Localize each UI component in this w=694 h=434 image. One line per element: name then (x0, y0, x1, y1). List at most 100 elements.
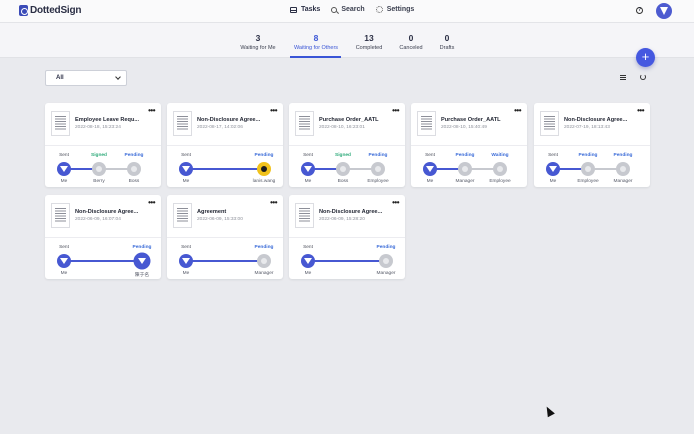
document-date: 2022-06-09, 16:07:04 (75, 217, 121, 222)
list-view-icon[interactable] (620, 75, 626, 80)
more-options-icon[interactable]: ••• (148, 199, 155, 207)
signer-status: Signed (335, 153, 351, 158)
tab-waiting-for-others[interactable]: 8 Waiting for Others (286, 33, 346, 51)
task-card[interactable]: Non-Disclosure Agree... 2022-07-19, 18:13… (534, 103, 650, 187)
signer-progress: Sent Me Pending 陳于名 (45, 241, 161, 278)
task-card[interactable]: Purchase Order_AATL 2022-08-10, 15:40:49 •… (411, 103, 527, 187)
document-thumbnail (295, 203, 314, 228)
signer-name: Employee (577, 179, 599, 184)
nav-search[interactable]: Search (331, 6, 365, 13)
signer-progress: Sent Me Pending Manager Waiting Employee (411, 149, 527, 185)
card-header: Non-Disclosure Agree... 2022-08-17, 14:02… (167, 103, 283, 145)
tab-drafts[interactable]: 0 Drafts (417, 33, 477, 51)
signer-status: Pending (368, 153, 388, 158)
signer-status: Signed (91, 153, 107, 158)
signer-status: Pending (254, 245, 274, 250)
task-card[interactable]: Agreement 2022-06-09, 15:33:00 ••• Sent Me Pe… (167, 195, 283, 279)
task-card[interactable]: Non-Disclosure Agree... 2022-08-17, 14:02… (167, 103, 283, 187)
help-icon[interactable]: ? (636, 7, 643, 14)
status-tabs: 3 Waiting for Me 8 Waiting for Others 13… (0, 23, 694, 58)
nav-tasks[interactable]: Tasks (290, 6, 320, 13)
divider (167, 237, 283, 238)
signer-progress: Sent Me Pending lanis.wang (167, 149, 283, 185)
user-avatar[interactable] (656, 3, 672, 19)
signer-avatar (179, 162, 193, 176)
signer-name: Me (182, 179, 190, 184)
document-date: 2022-06-09, 15:33:00 (197, 217, 243, 222)
signer-progress: Sent Me Pending Manager (167, 241, 283, 277)
document-thumbnail (295, 111, 314, 136)
signer-status: Pending (613, 153, 633, 158)
document-date: 2022-06-09, 15:28:20 (319, 217, 365, 222)
signer-status: Pending (578, 153, 598, 158)
signer-name: lanis.wang (252, 179, 276, 184)
document-title: Purchase Order_AATL (441, 117, 501, 123)
divider (45, 145, 161, 146)
progress-line (308, 260, 386, 262)
task-card[interactable]: Employee Leave Requ... 2022-08-18, 15:23:… (45, 103, 161, 187)
document-title: Non-Disclosure Agree... (197, 117, 261, 123)
more-options-icon[interactable]: ••• (392, 199, 399, 207)
signer-avatar (57, 162, 71, 176)
signer-avatar (257, 254, 271, 268)
more-options-icon[interactable]: ••• (514, 107, 521, 115)
divider (45, 237, 161, 238)
more-options-icon[interactable]: ••• (270, 199, 277, 207)
signer-progress: Sent Me Pending Manager (289, 241, 405, 277)
tab-label: Waiting for Others (293, 45, 339, 51)
signer-avatar (546, 162, 560, 176)
signer-name: Me (60, 179, 68, 184)
filter-value: All (56, 75, 64, 81)
nav-search-label: Search (341, 6, 365, 13)
signer-name: Manager (613, 179, 633, 184)
add-task-button[interactable]: + (636, 48, 655, 67)
nav-settings[interactable]: Settings (375, 6, 415, 13)
document-title: Purchase Order_AATL (319, 117, 379, 123)
document-date: 2022-08-17, 14:02:06 (197, 125, 243, 130)
app-logo[interactable]: DottedSign (19, 5, 82, 16)
signer-name: Employee (489, 179, 511, 184)
signer-name: Boss (337, 179, 349, 184)
signer-name: Boss (128, 179, 140, 184)
signer-avatar (379, 254, 393, 268)
signer-avatar (127, 162, 141, 176)
divider (289, 237, 405, 238)
more-options-icon[interactable]: ••• (270, 107, 277, 115)
signer-avatar (301, 162, 315, 176)
tasks-icon (290, 6, 297, 13)
nav-settings-label: Settings (386, 6, 415, 13)
progress-line (64, 260, 142, 262)
tab-count: 8 (313, 33, 319, 43)
tab-label: Drafts (439, 45, 455, 51)
document-thumbnail (540, 111, 559, 136)
signer-avatar (92, 162, 106, 176)
task-card[interactable]: Non-Disclosure Agree... 2022-06-09, 15:28… (289, 195, 405, 279)
signer-avatar (423, 162, 437, 176)
task-card[interactable]: Non-Disclosure Agree... 2022-06-09, 16:07… (45, 195, 161, 279)
signer-name: Berry (93, 179, 105, 184)
filter-select[interactable]: All (45, 70, 127, 86)
signer-avatar (493, 162, 507, 176)
signer-progress: Sent Me Signed Boss Pending Employee (289, 149, 405, 185)
signer-status: Waiting (491, 153, 509, 158)
more-options-icon[interactable]: ••• (637, 107, 644, 115)
document-title: Non-Disclosure Agree... (564, 117, 628, 123)
signer-status: Sent (59, 245, 69, 250)
document-thumbnail (417, 111, 436, 136)
signer-avatar (135, 254, 149, 268)
signer-status: Pending (124, 153, 144, 158)
tab-waiting-for-me[interactable]: 3 Waiting for Me (228, 33, 288, 51)
refresh-icon[interactable] (640, 74, 646, 80)
logo-icon (19, 5, 28, 16)
more-options-icon[interactable]: ••• (148, 107, 155, 115)
signer-name: Employee (367, 179, 389, 184)
task-card[interactable]: Purchase Order_AATL 2022-08-10, 16:23:01 •… (289, 103, 405, 187)
signer-name: Me (549, 179, 557, 184)
signer-avatar (336, 162, 350, 176)
signer-name: Manager (254, 271, 274, 276)
more-options-icon[interactable]: ••• (392, 107, 399, 115)
divider (289, 145, 405, 146)
signer-status: Sent (548, 153, 558, 158)
document-date: 2022-08-10, 15:40:49 (441, 125, 487, 130)
signer-avatar (57, 254, 71, 268)
